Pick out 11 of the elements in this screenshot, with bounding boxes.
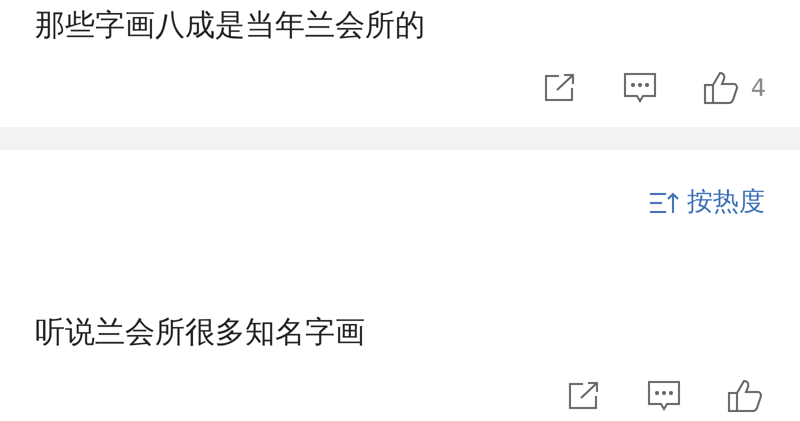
like-count: 4 bbox=[750, 73, 766, 104]
comment-icon[interactable] bbox=[622, 72, 657, 104]
thumbs-up-icon[interactable] bbox=[727, 379, 763, 413]
comment-text: 那些字画八成是当年兰会所的 bbox=[34, 7, 426, 45]
sort-icon bbox=[649, 190, 679, 214]
share-icon[interactable] bbox=[542, 73, 577, 103]
comment-text: 听说兰会所很多知名字画 bbox=[34, 314, 366, 352]
share-icon[interactable] bbox=[567, 381, 601, 411]
thumbs-up-icon[interactable] bbox=[702, 71, 739, 105]
comment-icon[interactable] bbox=[647, 380, 681, 412]
sort-button[interactable]: 按热度 bbox=[649, 183, 765, 222]
